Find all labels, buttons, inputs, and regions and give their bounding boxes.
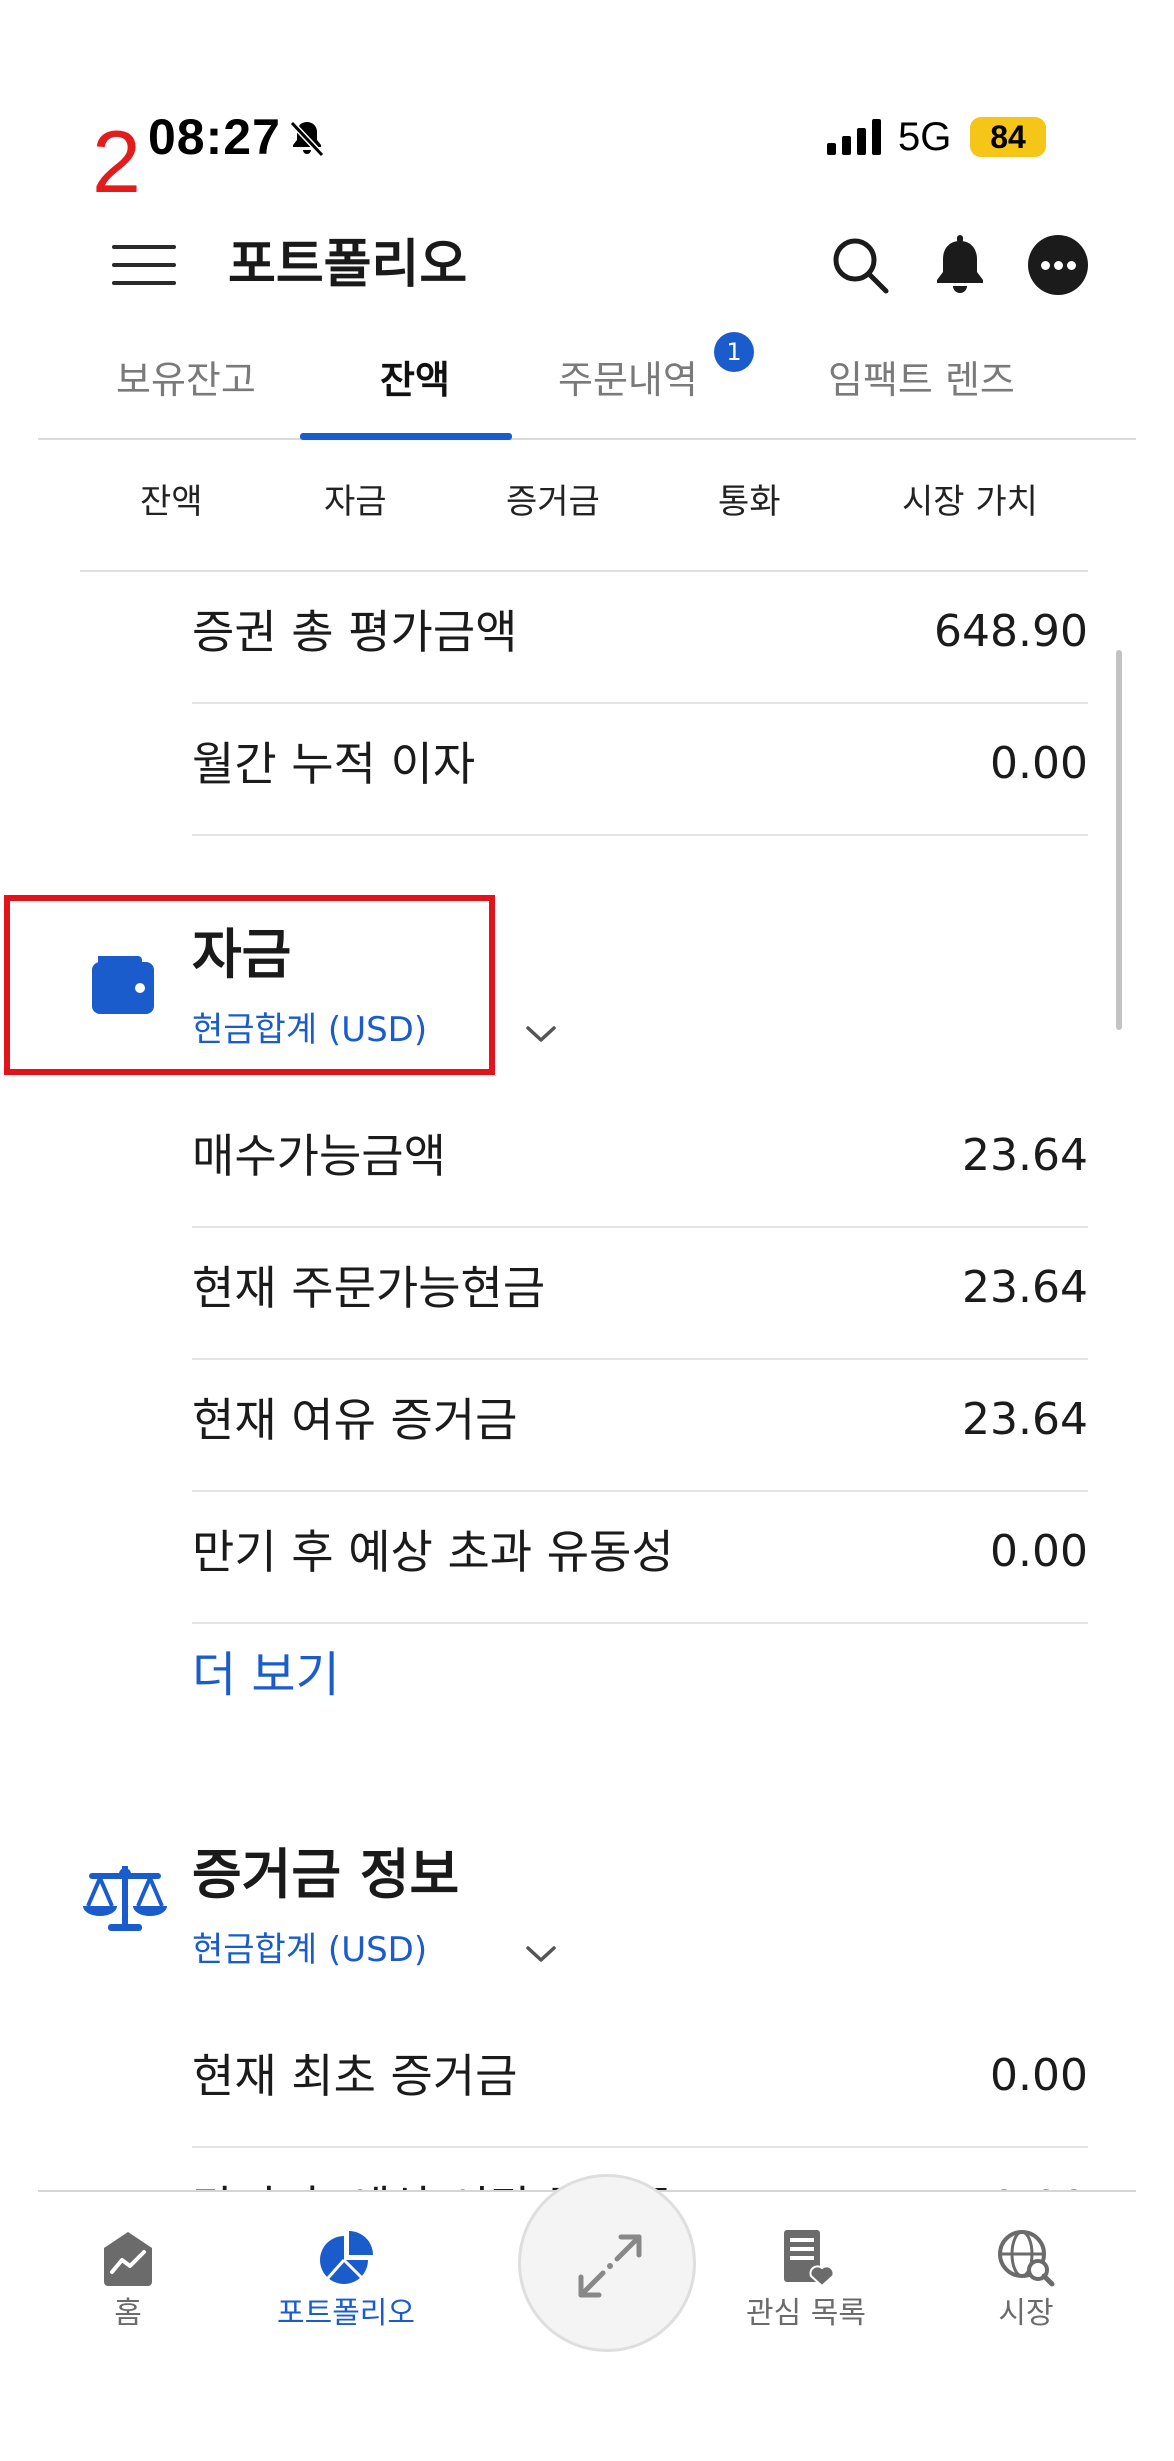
row-value: 23.64 [962,1130,1088,1181]
app-bar: 포트폴리오 [0,225,1174,305]
trade-button[interactable] [518,2174,696,2352]
subtab-funds[interactable]: 자금 [324,470,387,534]
list-item: 현재 여유 증거금 23.64 [192,1360,1088,1492]
row-label: 매수가능금액 [192,1129,446,1183]
more-options-icon[interactable] [1028,235,1088,295]
row-value: 0.00 [990,738,1088,789]
notification-bell-icon[interactable] [930,233,990,297]
globe-search-icon [998,2230,1055,2287]
main-tabs: 보유잔고 잔액 주문내역 1 임팩트 렌즈 [38,332,1136,440]
balance-scale-icon [83,1866,167,1931]
annotation-highlight-box [4,895,495,1075]
nav-portfolio[interactable]: 포트폴리오 [256,2192,436,2392]
row-label: 월간 누적 이자 [192,737,476,791]
list-item: 만기 후 예상 초과 유동성 0.00 [192,1492,1088,1624]
row-value: 0.00 [990,1526,1088,1577]
sub-tabs: 잔액 자금 증거금 통화 시장 가치 [0,470,1174,534]
chevron-down-icon[interactable] [524,1942,558,1966]
nav-label: 시장 [998,2296,1054,2331]
list-item: 현재 최초 증거금 0.00 [192,2016,1088,2148]
list-item: 증권 총 평가금액 648.90 [192,572,1088,704]
tab-orders[interactable]: 주문내역 [558,354,698,406]
network-type: 5G [898,115,952,159]
watchlist-heart-icon [784,2230,835,2288]
row-label: 증권 총 평가금액 [192,605,518,659]
tab-balance[interactable]: 잔액 [380,354,450,406]
page-title: 포트폴리오 [228,235,468,295]
search-icon[interactable] [830,235,890,295]
nav-label: 포트폴리오 [277,2296,415,2331]
cellular-signal-icon [827,119,881,155]
row-value: 23.64 [962,1262,1088,1313]
list-item: 월간 누적 이자 0.00 [192,704,1088,836]
tab-holdings[interactable]: 보유잔고 [116,354,256,406]
chevron-down-icon[interactable] [524,1022,558,1046]
pie-chart-icon [320,2231,373,2284]
list-item: 매수가능금액 23.64 [192,1096,1088,1228]
home-chart-icon [104,2232,152,2286]
margin-currency-selector[interactable]: 현금합계 (USD) [192,1926,427,1974]
battery-level: 84 [970,117,1046,157]
orders-count-badge: 1 [714,332,754,372]
row-label: 현재 최초 증거금 [192,2049,518,2103]
row-label: 만기 후 예상 초과 유동성 [192,1525,674,1579]
row-value: 23.64 [962,1394,1088,1445]
margin-section-title: 증거금 정보 [192,1843,460,1906]
row-value: 648.90 [934,606,1088,657]
see-more-link[interactable]: 더 보기 [192,1640,340,1710]
tab-impact-lens[interactable]: 임팩트 렌즈 [828,354,1015,406]
nav-home[interactable]: 홈 [38,2192,218,2392]
list-item: 현재 주문가능현금 23.64 [192,1228,1088,1360]
subtab-currency[interactable]: 통화 [718,470,781,534]
subtab-market-value[interactable]: 시장 가치 [902,470,1038,534]
bottom-navigation: 홈 포트폴리오 관심 목록 시장 [38,2174,1136,2392]
nav-market[interactable]: 시장 [936,2192,1116,2392]
scrollbar[interactable] [1116,650,1122,1030]
trade-arrows-icon [578,2234,642,2298]
status-time: 08:27 [148,109,281,165]
nav-label: 홈 [114,2296,142,2331]
row-label: 현재 주문가능현금 [192,1261,546,1315]
active-tab-indicator [300,433,512,440]
hamburger-menu-icon[interactable] [112,241,176,289]
subtab-balance[interactable]: 잔액 [140,470,203,534]
row-label: 현재 여유 증거금 [192,1393,518,1447]
nav-watchlist[interactable]: 관심 목록 [716,2192,896,2392]
row-value: 0.00 [990,2050,1088,2101]
status-bar: 08:27 5G 84 [0,105,1174,169]
silent-mode-icon [289,120,325,158]
nav-label: 관심 목록 [746,2296,866,2331]
subtab-margin[interactable]: 증거금 [506,470,600,534]
